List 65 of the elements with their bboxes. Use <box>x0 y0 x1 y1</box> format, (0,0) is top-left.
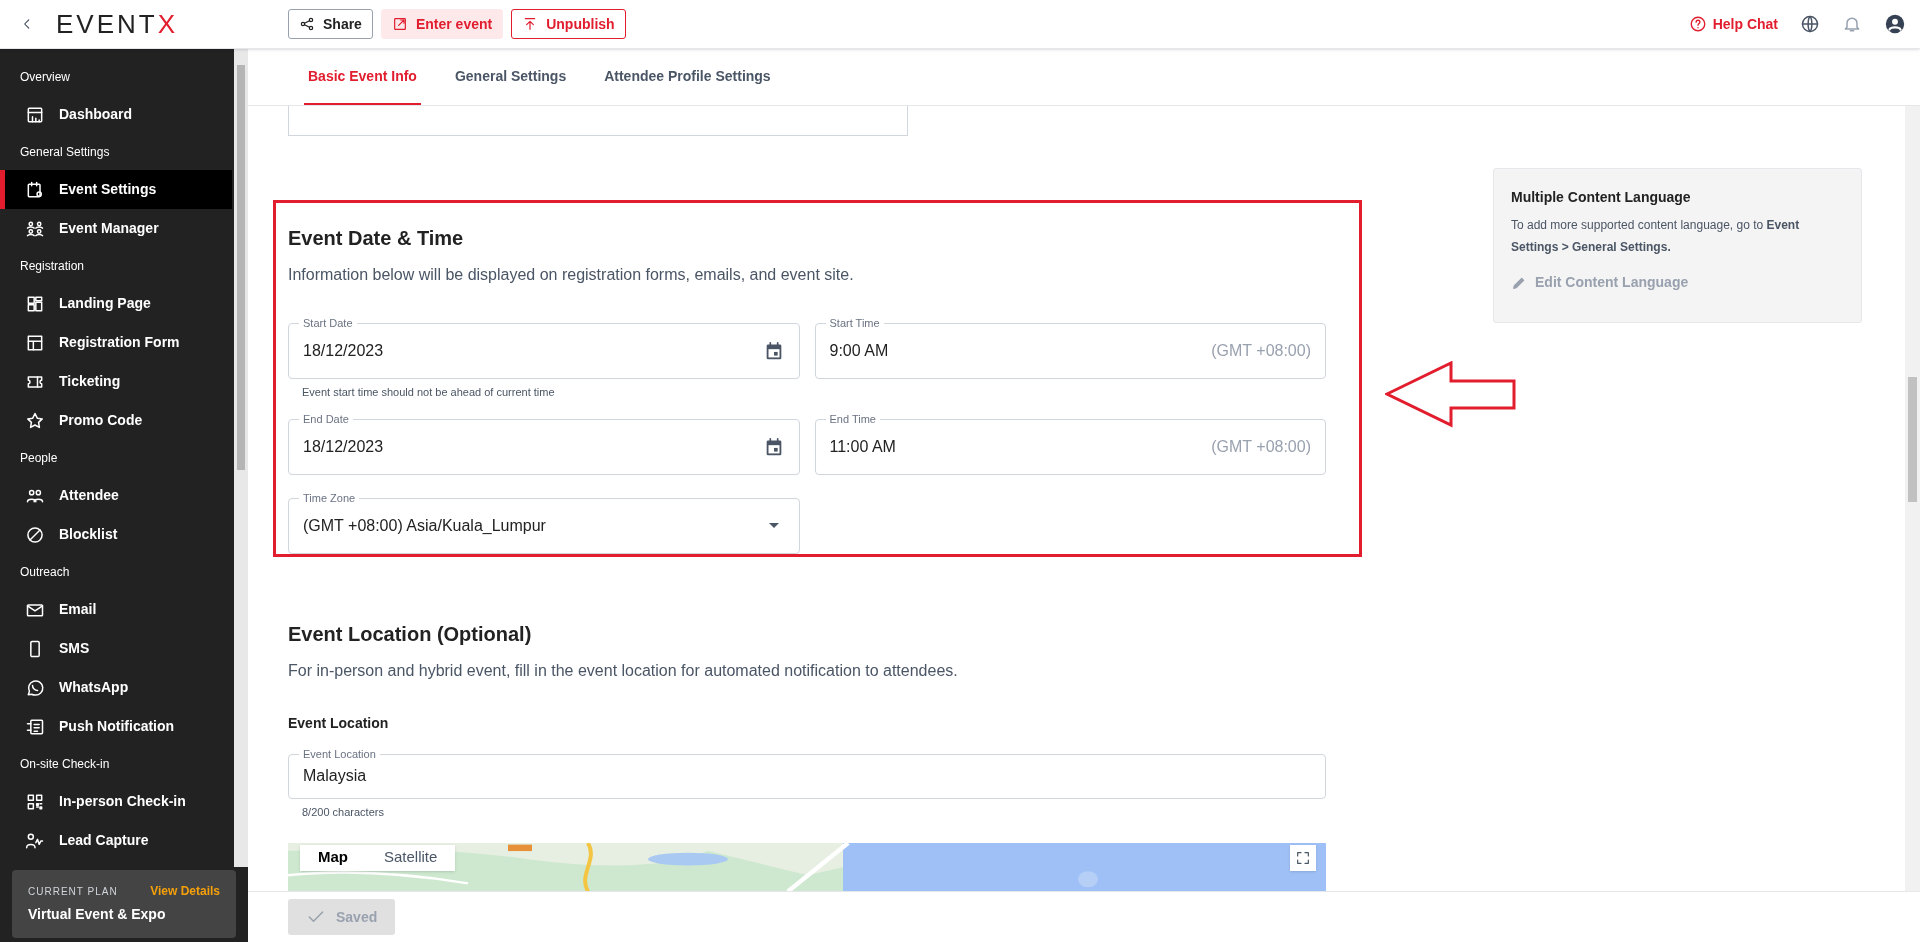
sidebar-item[interactable]: In-person Check-in <box>0 782 232 821</box>
section-description: Information below will be displayed on registration forms, emails, and event site. <box>288 265 855 286</box>
sidebar-item[interactable]: Blocklist <box>0 515 232 554</box>
action-button[interactable]: Enter event <box>380 9 504 39</box>
view-details-link[interactable]: View Details <box>150 882 220 900</box>
sidebar-item[interactable]: Landing Page <box>0 284 232 323</box>
field-value: 18/12/2023 <box>303 436 384 457</box>
field-value: 18/12/2023 <box>303 341 384 362</box>
field-heading: Event Location <box>288 713 390 733</box>
sidebar-item[interactable]: Ticketing <box>0 362 232 401</box>
action-button[interactable]: Share <box>288 9 373 39</box>
sidebar-item[interactable]: SMS <box>0 629 232 668</box>
section-label: People <box>19 450 59 467</box>
sidebar-item[interactable]: Lead Capture <box>0 821 232 860</box>
map-type-tab[interactable]: Map <box>300 844 366 871</box>
section-label: Outreach <box>19 564 71 581</box>
help-chat-button[interactable]: Help Chat <box>1688 13 1778 35</box>
chat-bubble-icon <box>25 677 45 698</box>
field-value: 11:00 AM <box>829 436 896 457</box>
tab[interactable]: Basic Event Info <box>304 62 421 105</box>
caret-down-icon <box>768 523 779 529</box>
share-icon <box>299 16 315 32</box>
star-icon <box>25 410 45 431</box>
field-value: Malaysia <box>303 766 367 787</box>
sidebar-item[interactable]: Registration Form <box>0 323 232 362</box>
sidebar-item[interactable]: Dashboard <box>0 95 232 134</box>
section-description: For in-person and hybrid event, fill in the event location for automated notification to attendees. <box>288 660 959 681</box>
sidebar-item[interactable]: WhatsApp <box>0 668 232 707</box>
sidebar-item[interactable]: Email <box>0 590 232 629</box>
action-button[interactable]: Unpublish <box>511 9 626 39</box>
globe-icon[interactable] <box>1800 14 1820 34</box>
fullscreen-button[interactable] <box>1290 844 1316 871</box>
section-label: Overview <box>19 69 71 86</box>
sidebar-item[interactable]: Attendee <box>0 476 232 515</box>
helper-text: Event start time should not be ahead of current time <box>302 385 556 401</box>
user-avatar-icon[interactable] <box>1884 13 1906 35</box>
fullscreen-icon <box>1295 849 1311 866</box>
tab[interactable]: Attendee Profile Settings <box>600 62 775 105</box>
section-title: Event Date & Time <box>288 226 465 252</box>
sidebar-item[interactable]: Promo Code <box>0 401 232 440</box>
blocked-icon <box>25 524 45 545</box>
panel-title: Multiple Content Language <box>1511 188 1692 207</box>
field-value: 9:00 AM <box>829 341 889 362</box>
sidebar-item[interactable]: Event Settings <box>0 170 232 209</box>
section-title: Event Location (Optional) <box>288 621 533 647</box>
help-icon <box>1688 15 1707 33</box>
section-label: On-site Check-in <box>19 756 111 773</box>
field-value: (GMT +08:00) Asia/Kuala_Lumpur <box>303 515 546 536</box>
panel-text: To add more supported content language, go to Event Settings > General Settings. <box>1511 217 1801 256</box>
external-link-icon <box>391 16 408 32</box>
helper-text: 8/200 characters <box>302 805 385 821</box>
time-zone-hint: (GMT +08:00) <box>1211 341 1311 362</box>
sidebar-item[interactable]: Push Notification <box>0 707 232 746</box>
plan-name: Virtual Event & Expo <box>28 905 167 924</box>
logo: EVENTX <box>56 11 179 37</box>
time-zone-hint: (GMT +08:00) <box>1211 436 1311 457</box>
section-label: General Settings <box>19 144 111 161</box>
sidebar-item[interactable]: Event Manager <box>0 209 232 248</box>
map-type-tab[interactable]: Satellite <box>366 844 456 871</box>
plan-label: CURRENT PLAN <box>28 884 118 899</box>
scrollbar[interactable] <box>234 49 248 867</box>
scrollbar[interactable] <box>1905 106 1920 891</box>
tab[interactable]: General Settings <box>450 62 571 105</box>
calendar-gear-icon <box>25 179 45 200</box>
section-label: Registration <box>19 258 86 275</box>
